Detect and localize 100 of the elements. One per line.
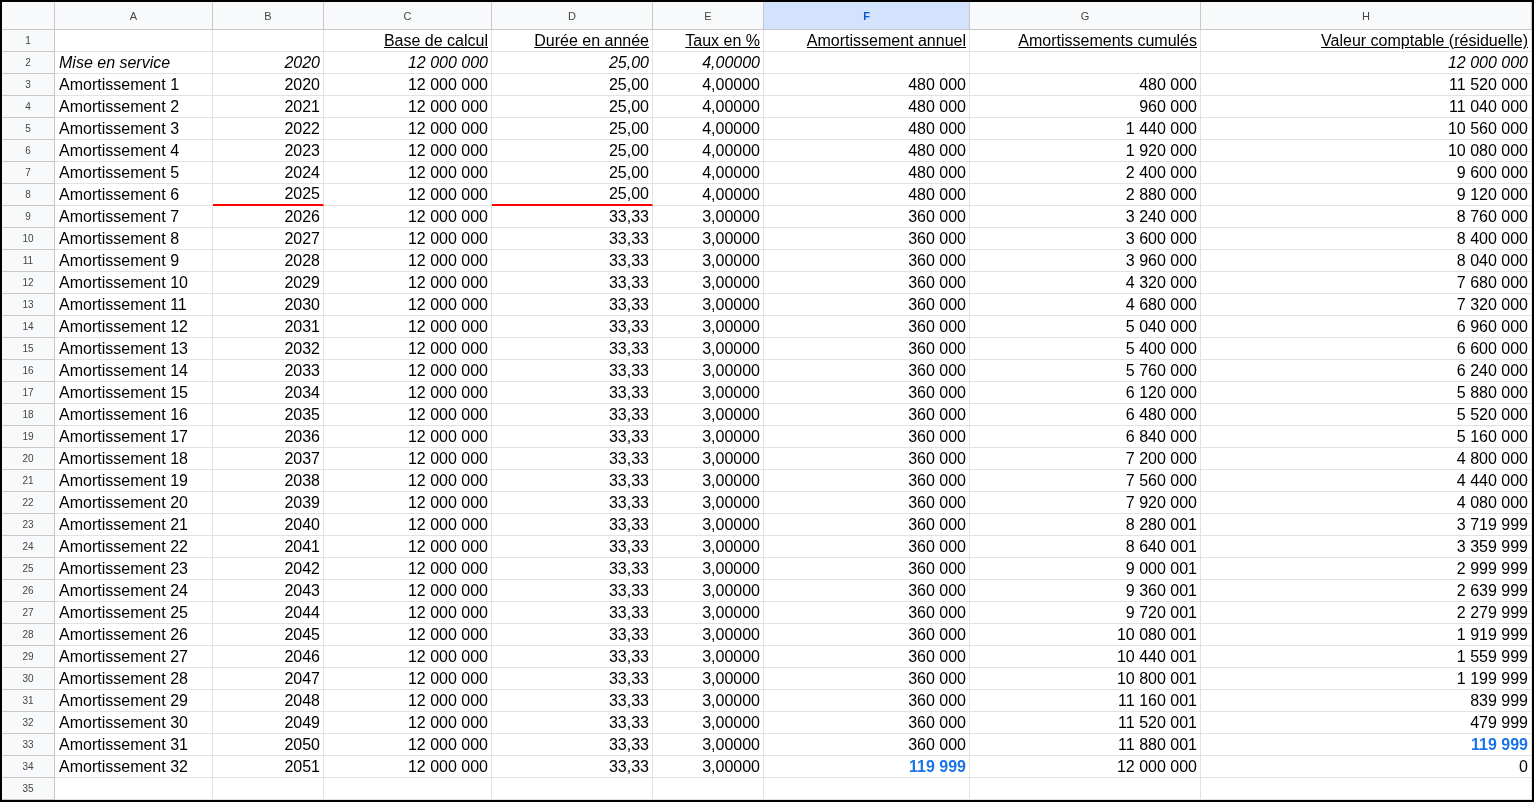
table-cell: 25,00 <box>492 140 653 162</box>
table-cell: Amortissement 3 <box>55 118 213 140</box>
row-number[interactable]: 14 <box>2 316 55 338</box>
table-cell: 2048 <box>213 690 324 712</box>
table-cell: 12 000 000 <box>324 184 492 206</box>
table-cell: 9 120 000 <box>1201 184 1532 206</box>
row-number[interactable]: 7 <box>2 162 55 184</box>
row-number[interactable]: 16 <box>2 360 55 382</box>
table-cell: 4,00000 <box>653 162 764 184</box>
table-cell: 839 999 <box>1201 690 1532 712</box>
table-cell: Amortissement 32 <box>55 756 213 778</box>
table-cell: 2033 <box>213 360 324 382</box>
table-cell: 8 280 001 <box>970 514 1201 536</box>
table-cell: Amortissement 15 <box>55 382 213 404</box>
table-cell: 3,00000 <box>653 404 764 426</box>
row-number[interactable]: 10 <box>2 228 55 250</box>
row-number[interactable]: 23 <box>2 514 55 536</box>
column-header[interactable]: H <box>1201 2 1532 30</box>
table-cell: 2040 <box>213 514 324 536</box>
row-number[interactable]: 22 <box>2 492 55 514</box>
row-number[interactable]: 30 <box>2 668 55 690</box>
table-cell: 33,33 <box>492 228 653 250</box>
table-cell: Amortissement 2 <box>55 96 213 118</box>
row-number[interactable]: 17 <box>2 382 55 404</box>
column-header[interactable]: D <box>492 2 653 30</box>
table-cell: 360 000 <box>764 294 970 316</box>
table-cell: 12 000 000 <box>324 382 492 404</box>
table-cell: 2020 <box>213 74 324 96</box>
row-number[interactable]: 28 <box>2 624 55 646</box>
table-cell: 360 000 <box>764 206 970 228</box>
table-cell: 2036 <box>213 426 324 448</box>
table-cell: 3,00000 <box>653 206 764 228</box>
table-cell: 8 040 000 <box>1201 250 1532 272</box>
table-cell: 12 000 000 <box>324 294 492 316</box>
row-number[interactable]: 35 <box>2 778 55 800</box>
table-cell: 2020 <box>213 52 324 74</box>
row-number[interactable]: 29 <box>2 646 55 668</box>
table-cell: 360 000 <box>764 448 970 470</box>
row-number[interactable]: 32 <box>2 712 55 734</box>
table-cell: 10 440 001 <box>970 646 1201 668</box>
table-cell: 12 000 000 <box>324 712 492 734</box>
row-number[interactable]: 6 <box>2 140 55 162</box>
row-number[interactable]: 19 <box>2 426 55 448</box>
table-cell: 5 160 000 <box>1201 426 1532 448</box>
table-cell: 12 000 000 <box>324 580 492 602</box>
table-cell: 33,33 <box>492 382 653 404</box>
row-number[interactable]: 21 <box>2 470 55 492</box>
table-cell: Amortissement annuel <box>764 30 970 52</box>
table-cell: 360 000 <box>764 536 970 558</box>
table-cell: 3,00000 <box>653 646 764 668</box>
table-cell: 3,00000 <box>653 272 764 294</box>
row-number[interactable]: 5 <box>2 118 55 140</box>
row-number[interactable]: 26 <box>2 580 55 602</box>
row-number[interactable]: 8 <box>2 184 55 206</box>
column-header[interactable]: A <box>55 2 213 30</box>
table-cell: 10 560 000 <box>1201 118 1532 140</box>
row-number[interactable]: 18 <box>2 404 55 426</box>
table-cell: 12 000 000 <box>324 470 492 492</box>
row-number[interactable]: 15 <box>2 338 55 360</box>
table-cell: 1 559 999 <box>1201 646 1532 668</box>
column-header[interactable]: G <box>970 2 1201 30</box>
table-cell: 25,00 <box>492 52 653 74</box>
column-header[interactable]: C <box>324 2 492 30</box>
table-cell: 33,33 <box>492 734 653 756</box>
column-header[interactable]: F <box>764 2 970 30</box>
table-cell: 3,00000 <box>653 580 764 602</box>
column-header[interactable]: B <box>213 2 324 30</box>
row-number[interactable]: 13 <box>2 294 55 316</box>
table-cell: 11 520 000 <box>1201 74 1532 96</box>
row-number[interactable]: 27 <box>2 602 55 624</box>
row-number[interactable]: 34 <box>2 756 55 778</box>
table-cell: 5 040 000 <box>970 316 1201 338</box>
row-number[interactable]: 11 <box>2 250 55 272</box>
table-cell: 2038 <box>213 470 324 492</box>
table-cell: 12 000 000 <box>324 756 492 778</box>
table-cell: 33,33 <box>492 316 653 338</box>
row-number[interactable]: 24 <box>2 536 55 558</box>
table-cell: 12 000 000 <box>324 52 492 74</box>
row-number[interactable]: 3 <box>2 74 55 96</box>
table-cell: 6 240 000 <box>1201 360 1532 382</box>
row-number[interactable]: 31 <box>2 690 55 712</box>
row-number[interactable]: 1 <box>2 30 55 52</box>
table-cell: Amortissement 4 <box>55 140 213 162</box>
row-number[interactable]: 20 <box>2 448 55 470</box>
table-cell: 3 240 000 <box>970 206 1201 228</box>
row-number[interactable]: 25 <box>2 558 55 580</box>
column-header[interactable]: E <box>653 2 764 30</box>
table-cell: 1 199 999 <box>1201 668 1532 690</box>
select-all-corner[interactable] <box>2 2 55 30</box>
table-cell: Base de calcul <box>324 30 492 52</box>
row-number[interactable]: 33 <box>2 734 55 756</box>
table-cell: 480 000 <box>970 74 1201 96</box>
table-cell: Amortissement 19 <box>55 470 213 492</box>
row-number[interactable]: 4 <box>2 96 55 118</box>
table-cell: 33,33 <box>492 404 653 426</box>
row-number[interactable]: 12 <box>2 272 55 294</box>
table-cell: Amortissement 25 <box>55 602 213 624</box>
row-number[interactable]: 2 <box>2 52 55 74</box>
table-cell: 360 000 <box>764 734 970 756</box>
row-number[interactable]: 9 <box>2 206 55 228</box>
